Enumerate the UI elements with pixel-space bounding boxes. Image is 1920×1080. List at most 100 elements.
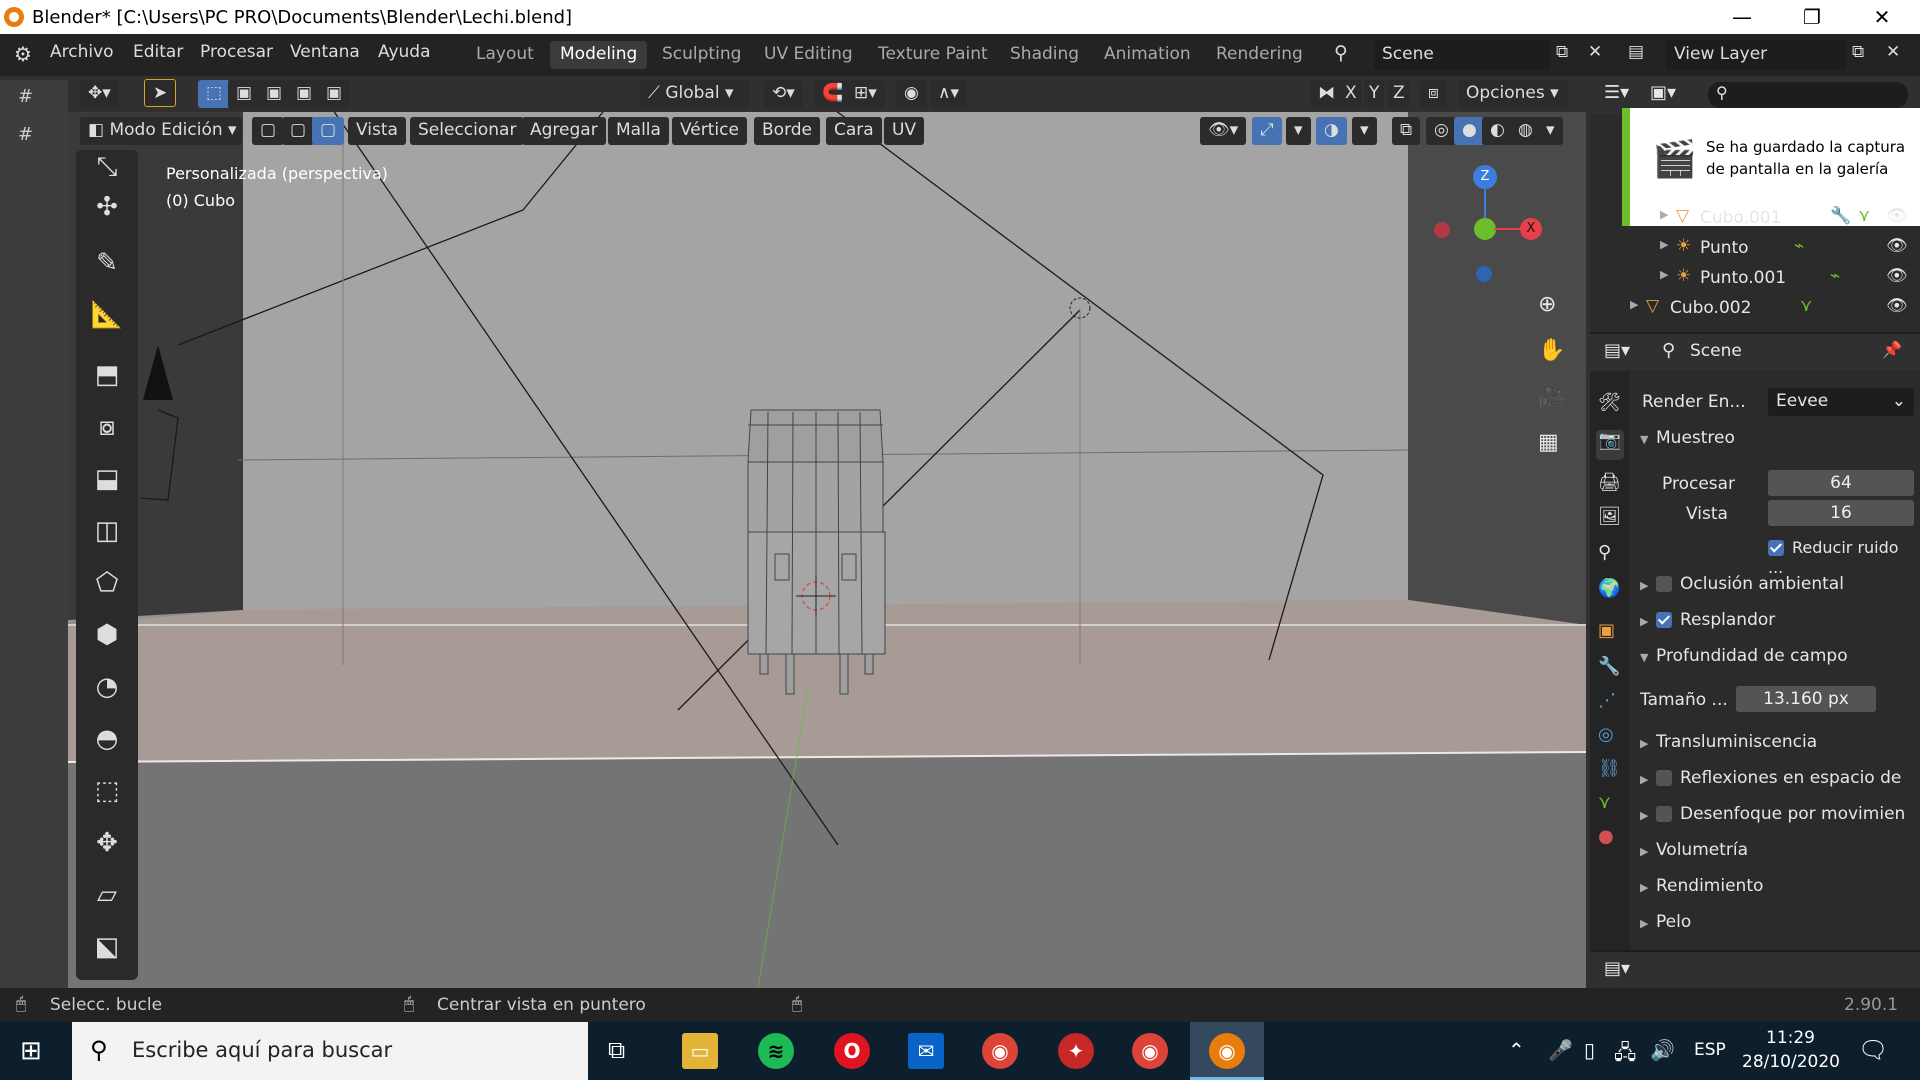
section-profundidad[interactable]: ▼ Profundidad de campo bbox=[1640, 646, 1920, 676]
section-reflexiones[interactable]: ▶ Reflexiones en espacio de bbox=[1640, 768, 1920, 798]
3d-viewport[interactable]: Personalizada (perspectiva) (0) Cubo Z X… bbox=[68, 80, 1586, 988]
gizmo-options-icon[interactable]: ▾ bbox=[1286, 117, 1311, 145]
pin-icon[interactable]: 📌 bbox=[1882, 340, 1902, 359]
expand-arrow-icon[interactable]: ▶ bbox=[1660, 238, 1668, 251]
edge-slide-icon[interactable]: ⬚ bbox=[90, 774, 124, 808]
particles-tab-icon[interactable]: ⋰ bbox=[1598, 690, 1616, 711]
section-transluminiscencia[interactable]: ▶ Transluminiscencia bbox=[1640, 732, 1920, 762]
axis-z-toggle[interactable]: Z bbox=[1388, 80, 1410, 108]
menu-ventana[interactable]: Ventana bbox=[290, 42, 360, 62]
tool-tab-icon[interactable]: 🛠 bbox=[1598, 392, 1621, 413]
gizmo-neg-z[interactable] bbox=[1476, 266, 1492, 282]
tab-rendering[interactable]: Rendering bbox=[1206, 41, 1313, 69]
transform-icon[interactable]: ✣ bbox=[90, 190, 124, 224]
tray-chevron-up-icon[interactable]: ⌃ bbox=[1508, 1038, 1525, 1062]
output-tab-icon[interactable]: 🖨 bbox=[1598, 472, 1621, 493]
delete-view-layer-icon[interactable]: ✕ bbox=[1886, 42, 1900, 62]
smooth-icon[interactable]: ◓ bbox=[90, 722, 124, 756]
new-view-layer-icon[interactable]: ⧉ bbox=[1852, 42, 1864, 62]
eye-icon[interactable]: 👁 bbox=[1886, 266, 1908, 286]
denoise-checkbox[interactable]: Reducir ruido ... bbox=[1768, 538, 1918, 577]
section-resplandor[interactable]: ▶ Resplandor bbox=[1640, 610, 1920, 640]
gizmo-neg-x[interactable] bbox=[1434, 222, 1450, 238]
select-invert-icon[interactable]: ▣ bbox=[288, 80, 321, 108]
extrude-icon[interactable]: ⬒ bbox=[90, 358, 124, 392]
shear-icon[interactable]: ▱ bbox=[90, 878, 124, 912]
tab-layout[interactable]: Layout bbox=[466, 41, 544, 69]
menu-ayuda[interactable]: Ayuda bbox=[378, 42, 431, 62]
render-tab-icon[interactable]: 📷 bbox=[1596, 430, 1624, 460]
file-explorer-icon[interactable]: ▭ bbox=[682, 1033, 718, 1069]
section-volumetria[interactable]: ▶ Volumetría bbox=[1640, 840, 1920, 870]
scene-icon[interactable]: ⚲ bbox=[1334, 42, 1348, 64]
checkbox-on[interactable] bbox=[1656, 612, 1672, 628]
outliner-search-input[interactable]: ⚲ bbox=[1708, 82, 1908, 108]
auto-merge-icon[interactable]: ⧈ bbox=[1420, 80, 1447, 108]
options-dropdown[interactable]: Opciones ▾ bbox=[1458, 80, 1568, 108]
outliner-row[interactable]: ▶ ☀ Punto.001 ⌁ 👁 bbox=[1590, 264, 1920, 294]
tab-animation[interactable]: Animation bbox=[1094, 41, 1201, 69]
outliner-row[interactable]: ▶ ▽ Cubo.001 🔧 ⋎ 👁 bbox=[1590, 204, 1920, 234]
outliner-row[interactable]: ▶ ▽ Cubo.002 ⋎ 👁 bbox=[1590, 294, 1920, 324]
menu-vertice[interactable]: Vértice bbox=[672, 117, 747, 145]
face-select-icon[interactable]: ▢ bbox=[312, 117, 345, 145]
expand-arrow-icon[interactable]: ▶ bbox=[1630, 298, 1638, 311]
physics-tab-icon[interactable]: ◎ bbox=[1598, 724, 1614, 745]
axis-x-toggle[interactable]: X bbox=[1340, 80, 1362, 108]
view-layer-icon[interactable]: ▤ bbox=[1628, 42, 1644, 62]
scale-cage-icon[interactable]: ⤡ bbox=[90, 150, 124, 184]
grid-icon[interactable]: # bbox=[18, 86, 33, 107]
constraints-tab-icon[interactable]: ⛓ bbox=[1598, 758, 1621, 779]
section-oclusion[interactable]: ▶ Oclusión ambiental bbox=[1640, 574, 1920, 604]
menu-borde[interactable]: Borde bbox=[754, 117, 821, 145]
vertex-select-icon[interactable]: ▢ bbox=[252, 117, 285, 145]
scene-selector[interactable]: Scene bbox=[1374, 40, 1550, 70]
view-layer-tab-icon[interactable]: 🖼 bbox=[1598, 506, 1621, 527]
checkbox-off[interactable] bbox=[1656, 576, 1672, 592]
loop-cut-icon[interactable]: ◫ bbox=[90, 514, 124, 548]
delete-scene-icon[interactable]: ✕ bbox=[1588, 42, 1602, 62]
minimize-button[interactable]: — bbox=[1712, 0, 1772, 34]
taskbar-search-box[interactable]: ⚲ Escribe aquí para buscar bbox=[72, 1022, 588, 1080]
wireframe-shading-icon[interactable]: ◎ bbox=[1426, 117, 1457, 145]
falloff-icon[interactable]: ∧▾ bbox=[930, 80, 967, 108]
modifier-tab-icon[interactable]: 🔧 bbox=[1598, 656, 1620, 677]
render-engine-dropdown[interactable]: Eevee ⌄ bbox=[1768, 388, 1914, 416]
proportional-edit-icon[interactable]: ◉ bbox=[896, 80, 927, 108]
windows-start-icon[interactable]: ⊞ bbox=[20, 1036, 42, 1066]
grid-icon-2[interactable]: # bbox=[18, 124, 33, 145]
edge-select-icon[interactable]: ▢ bbox=[282, 117, 315, 145]
menu-uv[interactable]: UV bbox=[884, 117, 925, 145]
view-layer-selector[interactable]: View Layer bbox=[1666, 40, 1846, 70]
menu-seleccionar[interactable]: Seleccionar bbox=[410, 117, 525, 145]
volume-icon[interactable]: 🔊 bbox=[1650, 1038, 1675, 1062]
game-app-icon[interactable]: ✦ bbox=[1058, 1033, 1094, 1069]
restore-button[interactable]: ❐ bbox=[1782, 0, 1842, 34]
scene-tab-icon[interactable]: ⚲ bbox=[1598, 542, 1611, 563]
tab-uv-editing[interactable]: UV Editing bbox=[754, 41, 863, 69]
overlays-toggle-icon[interactable]: ◑ bbox=[1316, 117, 1347, 145]
tab-modeling[interactable]: Modeling bbox=[550, 41, 648, 69]
pivot-icon[interactable]: ⟲▾ bbox=[764, 80, 803, 108]
opera-icon[interactable]: O bbox=[834, 1033, 870, 1069]
world-tab-icon[interactable]: 🌍 bbox=[1598, 578, 1620, 599]
mail-icon[interactable]: ✉ bbox=[908, 1033, 944, 1069]
menu-archivo[interactable]: Archivo bbox=[50, 42, 114, 62]
checkbox-off[interactable] bbox=[1656, 806, 1672, 822]
select-intersect-icon[interactable]: ▣ bbox=[318, 80, 351, 108]
select-extend-icon[interactable]: ▣ bbox=[228, 80, 261, 108]
outliner-row[interactable]: ▶ ☀ Punto ⌁ 👁 bbox=[1590, 234, 1920, 264]
clock-time[interactable]: 11:29 bbox=[1766, 1028, 1815, 1048]
material-tab-icon[interactable]: ● bbox=[1598, 826, 1614, 847]
close-button[interactable]: ✕ bbox=[1852, 0, 1912, 34]
gizmo-toggle-icon[interactable]: ⤢ bbox=[1252, 117, 1282, 145]
material-shading-icon[interactable]: ◐ bbox=[1482, 117, 1513, 145]
gizmo-x-axis[interactable]: X bbox=[1520, 218, 1542, 240]
filter-icon[interactable]: ▣▾ bbox=[1650, 82, 1676, 103]
pan-hand-icon[interactable]: ✋ bbox=[1538, 338, 1565, 363]
section-pelo[interactable]: ▶ Pelo bbox=[1640, 912, 1920, 942]
eye-icon[interactable]: 👁 bbox=[1886, 236, 1908, 256]
rendered-shading-icon[interactable]: ◍ bbox=[1510, 117, 1541, 145]
viewport-samples-field[interactable]: 16 bbox=[1768, 500, 1914, 526]
object-tab-icon[interactable]: ▣ bbox=[1598, 620, 1615, 641]
